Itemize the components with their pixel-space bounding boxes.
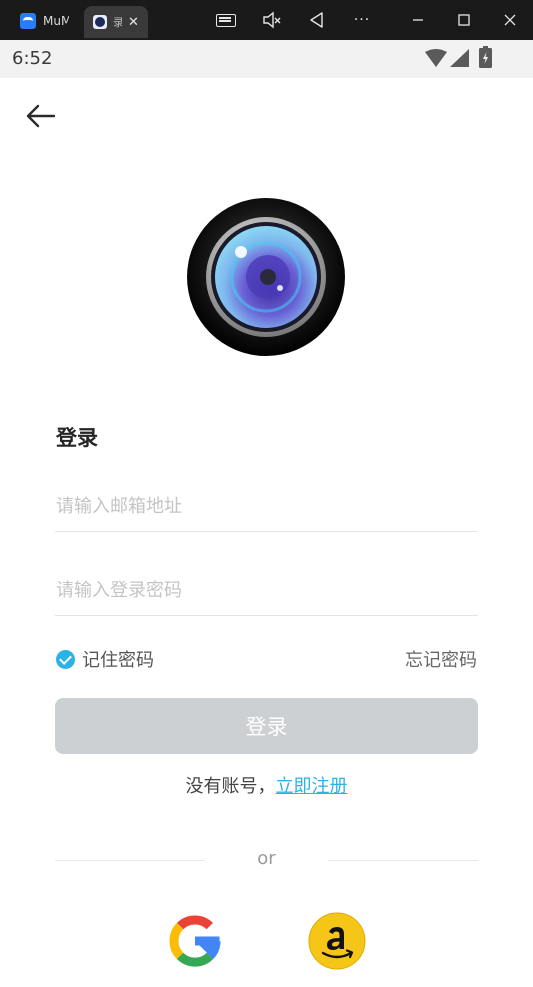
remember-password-label: 记住密码 [82, 650, 154, 671]
tab-mumu[interactable]: MuMu [12, 8, 82, 34]
login-title: 登录 [56, 426, 98, 450]
tab-close-icon[interactable]: ✕ [128, 16, 139, 29]
password-field[interactable] [55, 565, 479, 616]
no-account-text: 没有账号， [185, 776, 276, 797]
close-icon[interactable] [500, 10, 520, 30]
tab-app[interactable]: 录 ✕ [84, 6, 148, 38]
keyboard-icon[interactable] [214, 10, 236, 30]
window-titlebar: MuMu 录 ✕ ··· [0, 0, 533, 40]
forgot-password-link[interactable]: 忘记密码 [405, 646, 477, 672]
register-link[interactable]: 立即注册 [276, 776, 348, 797]
status-time: 6:52 [12, 48, 53, 69]
signal-icon [450, 49, 469, 67]
battery-icon [479, 46, 492, 68]
maximize-icon[interactable] [454, 10, 474, 30]
amazon-login-icon[interactable] [308, 912, 366, 970]
remember-password-checkbox[interactable]: 记住密码 [56, 646, 154, 672]
divider-right [328, 860, 478, 861]
back-nav-icon[interactable] [307, 10, 327, 30]
email-field[interactable] [55, 481, 479, 532]
back-arrow-icon[interactable] [24, 102, 60, 130]
app-tab-icon [93, 15, 107, 29]
mute-icon[interactable] [262, 10, 282, 30]
google-login-icon[interactable] [166, 912, 224, 970]
email-input[interactable] [55, 481, 479, 531]
password-input[interactable] [55, 565, 479, 615]
more-icon[interactable]: ··· [350, 10, 374, 30]
app-logo-lens-icon [187, 198, 345, 356]
tab-mumu-label: MuMu [43, 14, 69, 28]
register-row: 没有账号，立即注册 [0, 772, 533, 798]
minimize-icon[interactable] [408, 10, 428, 30]
wifi-icon [425, 49, 447, 67]
tab-app-label: 录 [113, 16, 122, 29]
login-button[interactable]: 登录 [55, 698, 478, 754]
mumu-logo-icon [20, 13, 36, 29]
status-bar: 6:52 [0, 40, 533, 78]
checkbox-checked-icon[interactable] [56, 649, 75, 669]
or-separator: or [257, 848, 276, 869]
